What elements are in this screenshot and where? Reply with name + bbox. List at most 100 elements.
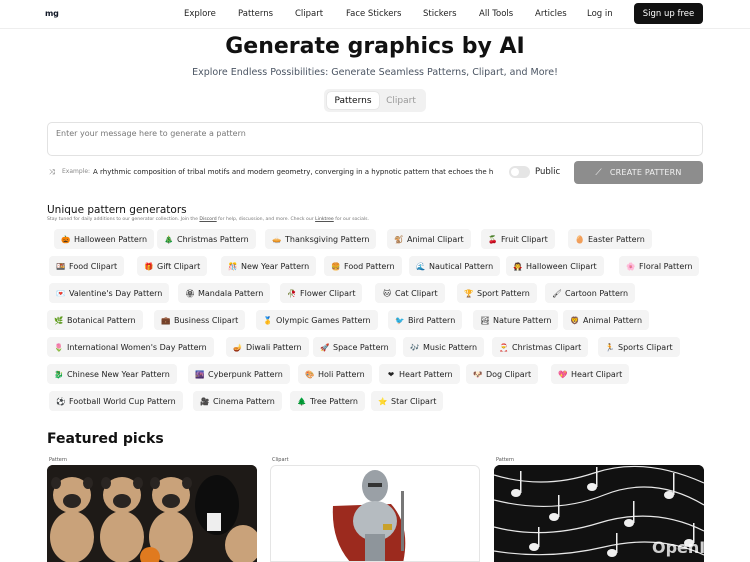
generator-chip[interactable]: 🐱 Cat Clipart bbox=[375, 283, 445, 303]
generator-label: Fruit Clipart bbox=[501, 234, 548, 244]
generator-chip[interactable]: 🏆 Sport Pattern bbox=[457, 283, 537, 303]
generator-chip[interactable]: 💖 Heart Clipart bbox=[551, 364, 630, 384]
generator-chip[interactable]: 🌲 Tree Pattern bbox=[290, 391, 365, 411]
prompt-placeholder: Enter your message here to generate a pa… bbox=[56, 129, 246, 138]
nav-all-tools[interactable]: All Tools bbox=[479, 9, 513, 19]
generator-chip[interactable]: 🥧 Thanksgiving Pattern bbox=[265, 229, 377, 249]
generator-chip[interactable]: 🏃 Sports Clipart bbox=[598, 337, 680, 357]
generator-chip[interactable]: 🌆 Cyberpunk Pattern bbox=[188, 364, 290, 384]
generator-icon: ❤ bbox=[387, 369, 395, 379]
generator-chip[interactable]: 🧛 Halloween Clipart bbox=[506, 256, 604, 276]
generator-icon: 🐦 bbox=[395, 315, 405, 325]
generator-icon: 🎥 bbox=[200, 396, 210, 406]
shuffle-icon[interactable]: ⤨ bbox=[49, 168, 55, 177]
generator-chip[interactable]: 🌸 Floral Pattern bbox=[619, 256, 700, 276]
generator-chip[interactable]: 🐶 Dog Clipart bbox=[466, 364, 539, 384]
card-type-label: Pattern bbox=[496, 457, 514, 463]
generator-icon: 🥀 bbox=[287, 288, 297, 298]
generator-icon: 🎅 bbox=[499, 342, 509, 352]
generator-chip[interactable]: 🎃 Halloween Pattern bbox=[54, 229, 155, 249]
generator-label: Chinese New Year Pattern bbox=[67, 369, 170, 379]
generator-chip[interactable]: 🎄 Christmas Pattern bbox=[157, 229, 256, 249]
generator-chip[interactable]: 🐦 Bird Pattern bbox=[388, 310, 463, 330]
generator-chip[interactable]: 🍱 Food Clipart bbox=[49, 256, 125, 276]
public-label: Public bbox=[535, 167, 561, 177]
signup-button[interactable]: Sign up free bbox=[634, 3, 703, 24]
generator-chip[interactable]: ⭐ Star Clipart bbox=[371, 391, 444, 411]
generator-chip[interactable]: ⚽ Football World Cup Pattern bbox=[49, 391, 183, 411]
nav-patterns[interactable]: Patterns bbox=[238, 9, 273, 19]
generator-chip[interactable]: 🏞 Nature Pattern bbox=[473, 310, 559, 330]
generator-icon: 🌊 bbox=[416, 261, 426, 271]
generator-chip[interactable]: 🎨 Holi Pattern bbox=[298, 364, 372, 384]
generators-description: Stay tuned for daily additions to our ge… bbox=[47, 217, 369, 222]
generator-chip[interactable]: 🎶 Music Pattern bbox=[403, 337, 485, 357]
public-toggle[interactable] bbox=[509, 166, 530, 178]
generator-icon: ⭐ bbox=[378, 396, 388, 406]
generator-chip[interactable]: 💌 Valentine's Day Pattern bbox=[49, 283, 170, 303]
nav-stickers[interactable]: Stickers bbox=[423, 9, 457, 19]
page-subtitle: Explore Endless Possibilities: Generate … bbox=[192, 67, 558, 78]
generator-icon: 🏵 bbox=[185, 288, 195, 298]
generator-icon: 🥚 bbox=[575, 234, 585, 244]
generator-chip[interactable]: 🪔 Diwali Pattern bbox=[226, 337, 309, 357]
nav-login[interactable]: Log in bbox=[587, 9, 613, 19]
example-prompt[interactable]: ⤨ Example: A rhythmic composition of tri… bbox=[47, 168, 502, 178]
generator-icon: 🌷 bbox=[54, 342, 64, 352]
generator-chip[interactable]: 🎁 Gift Clipart bbox=[137, 256, 208, 276]
discord-link[interactable]: Discord bbox=[199, 217, 216, 222]
generator-chip[interactable]: 💼 Business Clipart bbox=[154, 310, 246, 330]
create-pattern-label: CREATE PATTERN bbox=[609, 168, 682, 177]
generator-chip[interactable]: 🌿 Botanical Pattern bbox=[47, 310, 143, 330]
watermark: OpenI.cn bbox=[652, 538, 733, 557]
generator-chip[interactable]: 🏵 Mandala Pattern bbox=[178, 283, 271, 303]
generator-chip[interactable]: 🍒 Fruit Clipart bbox=[481, 229, 555, 249]
generator-chip[interactable]: 🐒 Animal Clipart bbox=[387, 229, 471, 249]
nav-articles[interactable]: Articles bbox=[535, 9, 567, 19]
generator-icon: 💖 bbox=[558, 369, 568, 379]
generator-chip[interactable]: 🦁 Animal Pattern bbox=[563, 310, 650, 330]
generator-chip[interactable]: 🐉 Chinese New Year Pattern bbox=[47, 364, 177, 384]
generator-chip[interactable]: 🍔 Food Pattern bbox=[324, 256, 402, 276]
generator-icon: 🍱 bbox=[56, 261, 66, 271]
generator-label: Tree Pattern bbox=[310, 396, 358, 406]
generator-chip[interactable]: 🎊 New Year Pattern bbox=[221, 256, 317, 276]
generator-chip[interactable]: 🥇 Olympic Games Pattern bbox=[256, 310, 378, 330]
generator-chip[interactable]: 🌊 Nautical Pattern bbox=[409, 256, 501, 276]
generator-chip[interactable]: 🎅 Christmas Clipart bbox=[492, 337, 589, 357]
generator-chip[interactable]: ❤ Heart Pattern bbox=[379, 364, 460, 384]
generator-label: Sport Pattern bbox=[477, 288, 530, 298]
generator-label: Nautical Pattern bbox=[429, 261, 494, 271]
tab-clipart[interactable]: Clipart bbox=[380, 92, 422, 109]
featured-card-knight-clipart[interactable] bbox=[270, 465, 480, 562]
prompt-input[interactable]: Enter your message here to generate a pa… bbox=[47, 122, 703, 156]
generator-label: Sports Clipart bbox=[618, 342, 673, 352]
create-pattern-button[interactable]: ⟋ CREATE PATTERN bbox=[574, 161, 703, 184]
tab-patterns[interactable]: Patterns bbox=[327, 92, 379, 109]
pug-pattern-image bbox=[47, 465, 257, 562]
generator-icon: 🎁 bbox=[144, 261, 154, 271]
generator-chip[interactable]: 🎥 Cinema Pattern bbox=[193, 391, 282, 411]
generator-chip[interactable]: 🖌 Cartoon Pattern bbox=[545, 283, 636, 303]
generator-icon: 🎶 bbox=[410, 342, 420, 352]
generator-label: Business Clipart bbox=[174, 315, 239, 325]
generator-chip[interactable]: 🚀 Space Pattern bbox=[313, 337, 396, 357]
generator-icon: 💼 bbox=[161, 315, 171, 325]
featured-card-pug-pattern[interactable] bbox=[47, 465, 257, 562]
top-navbar: mg Explore Patterns Clipart Face Sticker… bbox=[0, 0, 750, 29]
site-logo[interactable]: mg bbox=[45, 9, 59, 18]
nav-clipart[interactable]: Clipart bbox=[295, 9, 323, 19]
generator-icon: 🏞 bbox=[480, 315, 490, 325]
generator-chip[interactable]: 🌷 International Women's Day Pattern bbox=[47, 337, 214, 357]
card-type-label: Clipart bbox=[272, 457, 289, 463]
generator-label: Cyberpunk Pattern bbox=[208, 369, 283, 379]
linktree-link[interactable]: Linktree bbox=[315, 217, 334, 222]
nav-explore[interactable]: Explore bbox=[184, 9, 216, 19]
generator-chip[interactable]: 🥚 Easter Pattern bbox=[568, 229, 652, 249]
desc-text: for our socials. bbox=[333, 217, 370, 222]
nav-face-stickers[interactable]: Face Stickers bbox=[346, 9, 401, 19]
generator-icon: 🥧 bbox=[272, 234, 282, 244]
generator-chip[interactable]: 🥀 Flower Clipart bbox=[280, 283, 363, 303]
generator-icon: 🪔 bbox=[233, 342, 243, 352]
generator-icon: 🎃 bbox=[61, 234, 71, 244]
